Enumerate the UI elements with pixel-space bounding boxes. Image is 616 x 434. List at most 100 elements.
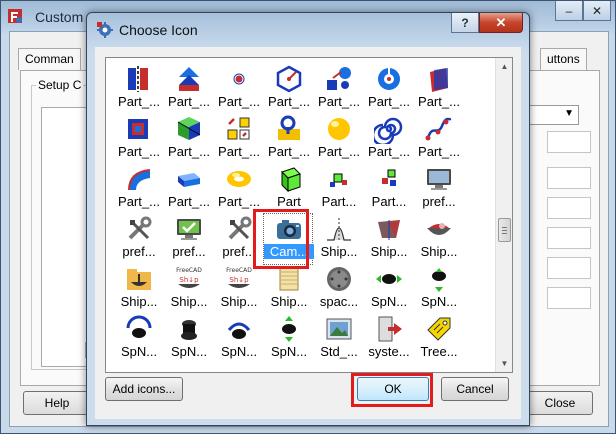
icon-label: Ship... <box>420 244 458 259</box>
cancel-button[interactable]: Cancel <box>441 377 509 401</box>
icon-item[interactable]: Part_... <box>264 114 312 164</box>
icon-item[interactable]: syste... <box>364 314 412 364</box>
icon-item[interactable]: Ship... <box>414 214 462 264</box>
toolbar-combo[interactable]: ▼ <box>527 105 579 125</box>
spnav-down-icon <box>424 264 454 294</box>
icon-item[interactable]: Part_... <box>114 114 162 164</box>
icon-item[interactable]: SpN... <box>214 314 262 364</box>
spiral-icon <box>374 114 404 144</box>
icon-item[interactable]: Part_... <box>314 64 362 114</box>
spnav-left-right-icon <box>374 264 404 294</box>
icon-label: pref... <box>122 244 156 259</box>
icon-label: Part_... <box>218 194 260 209</box>
icon-label: Part_... <box>218 144 260 159</box>
icon-item[interactable]: Part_... <box>364 114 412 164</box>
icon-item[interactable]: Part_... <box>164 64 212 114</box>
icon-item[interactable]: Part_... <box>114 64 162 114</box>
icon-label: Ship... <box>320 244 358 259</box>
help-button[interactable]: Help <box>23 391 91 415</box>
icon-item[interactable]: FreeCAD Sh↓p Ship... <box>214 264 262 314</box>
scroll-down-icon[interactable]: ▼ <box>496 355 512 372</box>
close-caption-button[interactable]: ✕ <box>479 13 523 33</box>
point-icon <box>224 64 254 94</box>
icon-item[interactable]: SpN... <box>364 264 412 314</box>
icon-label: Part_... <box>118 94 160 109</box>
icon-label: Part... <box>321 194 357 209</box>
spnav-updown-icon <box>274 314 304 344</box>
icon-item[interactable]: Std_... <box>314 314 362 364</box>
icon-item[interactable]: Ship... <box>264 264 312 314</box>
icon-label: Part_... <box>418 94 460 109</box>
small-parts-2-icon <box>374 164 404 194</box>
icon-item[interactable]: pref... <box>414 164 462 214</box>
icon-item[interactable]: Part_... <box>264 64 312 114</box>
icon-item[interactable]: Part_... <box>214 164 262 214</box>
icon-label: Part_... <box>168 94 210 109</box>
icon-item[interactable]: Part_... <box>364 64 412 114</box>
icon-item[interactable]: Ship... <box>364 214 412 264</box>
icon-label: Part_... <box>268 144 310 159</box>
icon-label: Ship... <box>170 294 208 309</box>
icon-item[interactable]: Part_... <box>314 114 362 164</box>
field-6 <box>547 287 591 309</box>
icon-item[interactable]: Tree... <box>414 314 462 364</box>
spnav-push-icon <box>174 314 204 344</box>
icon-item[interactable]: SpN... <box>114 314 162 364</box>
icon-item[interactable]: pref... <box>164 214 212 264</box>
icon-item[interactable]: FreeCAD Sh↓p Ship... <box>164 264 212 314</box>
shapes-icon <box>324 64 354 94</box>
icon-item[interactable]: Part_... <box>214 64 262 114</box>
mirror-icon <box>124 64 154 94</box>
spnav-rotate-icon <box>124 314 154 344</box>
monitor-check-icon <box>174 214 204 244</box>
scroll-icon <box>274 264 304 294</box>
icon-label: SpN... <box>120 344 158 359</box>
icon-item[interactable]: Ship... <box>114 264 162 314</box>
icon-item[interactable]: SpN... <box>414 264 462 314</box>
icon-item[interactable]: pref... <box>214 214 262 264</box>
icon-label: SpN... <box>270 344 308 359</box>
extrude-icon <box>174 64 204 94</box>
tab-commands[interactable]: Comman <box>18 48 81 70</box>
customize-title: Custom <box>35 9 84 25</box>
icon-item[interactable]: Part <box>264 164 312 214</box>
tab-toolbar-buttons[interactable]: uttons <box>540 48 587 70</box>
dialog-caption-buttons: ? ✕ <box>451 13 523 33</box>
icon-label: Part_... <box>368 144 410 159</box>
icon-item[interactable]: SpN... <box>264 314 312 364</box>
icon-item[interactable]: Part_... <box>164 114 212 164</box>
icon-item[interactable]: Part_... <box>414 114 462 164</box>
icon-item[interactable]: Part_... <box>214 114 262 164</box>
add-icons-button[interactable]: Add icons... <box>105 377 183 401</box>
icon-item[interactable]: spac... <box>314 264 362 314</box>
ok-button[interactable]: OK <box>357 377 429 401</box>
image-icon <box>324 314 354 344</box>
icon-list-scrollbar[interactable]: ▲ ▼ <box>495 58 512 372</box>
icon-list[interactable]: Part_... Part_... Part_... Part_... Part_...… <box>105 57 513 373</box>
icon-item[interactable]: Part_... <box>414 64 462 114</box>
minimize-button[interactable]: ‒ <box>555 1 583 21</box>
icon-label: Ship... <box>220 294 258 309</box>
icon-label: SpN... <box>170 344 208 359</box>
icon-label: Part_... <box>418 144 460 159</box>
icon-item[interactable]: Part... <box>364 164 412 214</box>
icon-label: pref... <box>422 194 456 209</box>
icon-label: Ship... <box>270 294 308 309</box>
icon-item[interactable]: pref... <box>114 214 162 264</box>
help-caption-button[interactable]: ? <box>451 13 479 33</box>
icon-item[interactable]: Part... <box>314 164 362 214</box>
close-window-button[interactable]: ✕ <box>583 1 611 21</box>
scroll-thumb[interactable] <box>498 218 511 242</box>
icon-item[interactable]: Ship... <box>314 214 362 264</box>
icon-label: Part_... <box>318 144 360 159</box>
close-button[interactable]: Close <box>527 391 593 415</box>
gear-icon <box>97 22 113 38</box>
icon-item[interactable]: Part_... <box>114 164 162 214</box>
icon-item[interactable]: Cam... <box>263 213 314 265</box>
svg-text:FreeCAD: FreeCAD <box>226 267 252 274</box>
icon-label: Part_... <box>268 94 310 109</box>
icon-item[interactable]: Part_... <box>164 164 212 214</box>
scroll-up-icon[interactable]: ▲ <box>496 58 512 75</box>
icon-item[interactable]: SpN... <box>164 314 212 364</box>
icon-label: Part_... <box>168 194 210 209</box>
